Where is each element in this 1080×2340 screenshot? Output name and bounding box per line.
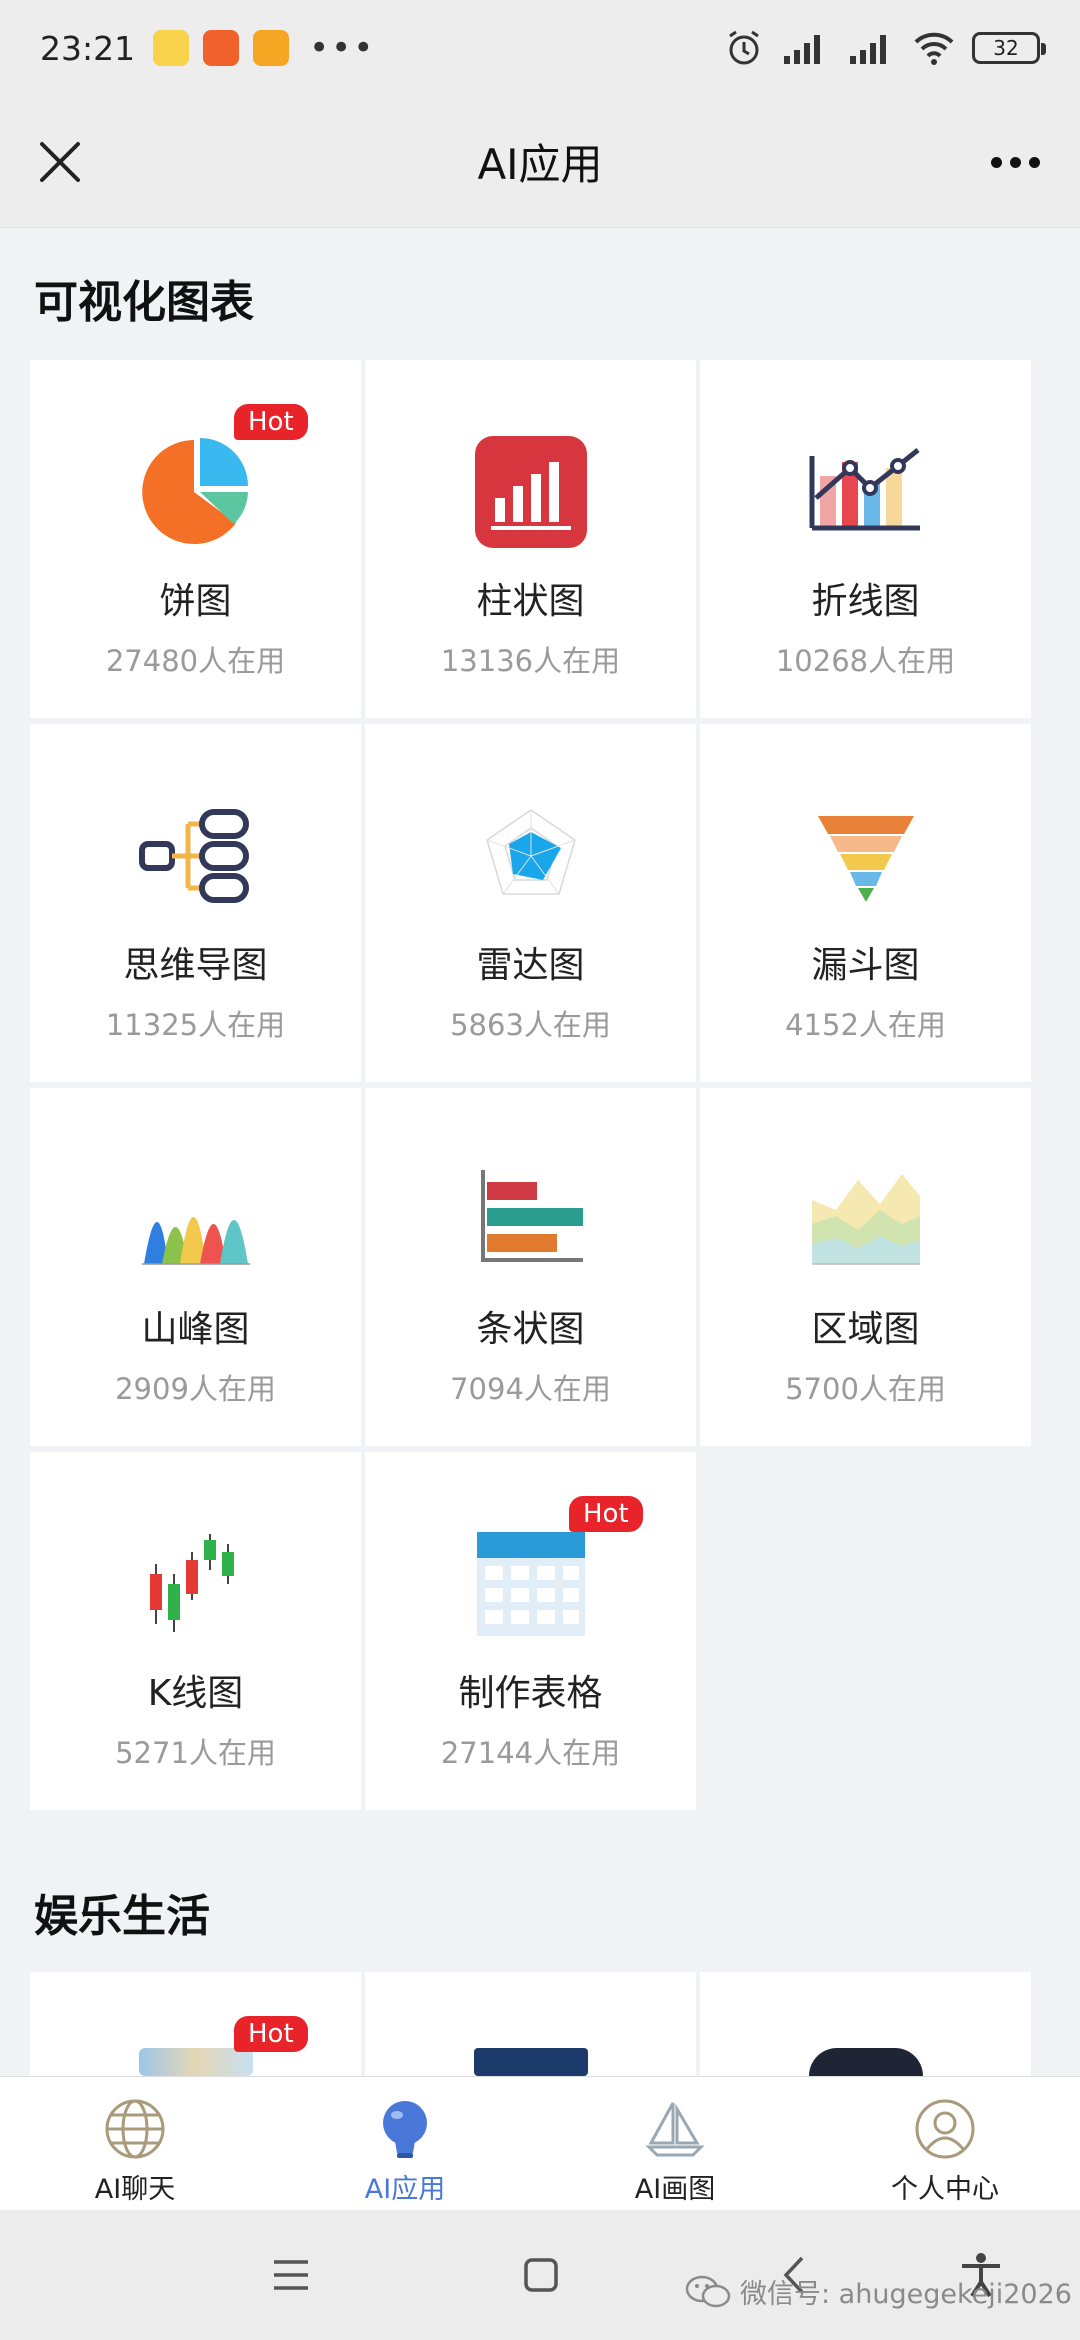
nav-label: AI画图 bbox=[634, 2174, 716, 2205]
radar-chart-icon bbox=[471, 796, 591, 916]
globe-icon bbox=[105, 2099, 165, 2159]
app-card-candlestick[interactable]: K线图 5271人在用 bbox=[30, 1452, 361, 1810]
usage-count: 5271人在用 bbox=[115, 1736, 276, 1770]
menu-icon[interactable] bbox=[266, 2250, 316, 2300]
app-header: AI应用 bbox=[0, 96, 1080, 228]
status-time: 23:21 bbox=[40, 28, 136, 68]
app-card-table[interactable]: Hot 制作表格 27144人在用 bbox=[365, 1452, 696, 1810]
usage-count: 11325人在用 bbox=[105, 1008, 286, 1042]
notification-app-icon bbox=[253, 30, 290, 66]
app-card-peak[interactable]: 山峰图 2909人在用 bbox=[30, 1088, 361, 1446]
card-name: 区域图 bbox=[811, 1309, 920, 1350]
night-scene-icon bbox=[473, 2048, 588, 2076]
app-card-entertainment[interactable] bbox=[700, 1972, 1031, 2076]
alarm-icon bbox=[729, 30, 759, 65]
nav-item-profile[interactable]: 个人中心 bbox=[810, 2077, 1080, 2210]
pie-chart-icon bbox=[136, 432, 256, 552]
peak-chart-icon bbox=[136, 1160, 256, 1280]
candlestick-icon bbox=[136, 1524, 256, 1644]
lightbulb-icon bbox=[383, 2101, 427, 2158]
usage-count: 5863人在用 bbox=[450, 1008, 611, 1042]
sailboat-icon bbox=[645, 2102, 705, 2157]
card-name: 柱状图 bbox=[476, 581, 585, 622]
more-options-button[interactable] bbox=[980, 132, 1050, 192]
app-card-pie[interactable]: Hot 饼图 27480人在用 bbox=[30, 360, 361, 718]
wifi-icon bbox=[914, 32, 954, 65]
chart-grid: Hot 饼图 27480人在用 柱状图 13136人在用 折线图 10268人在… bbox=[30, 360, 1032, 1810]
hot-badge: Hot bbox=[569, 1496, 643, 1532]
status-bar: 23:21 ••• 32 bbox=[0, 0, 1080, 96]
usage-count: 7094人在用 bbox=[450, 1372, 611, 1406]
card-name: 条状图 bbox=[476, 1309, 585, 1350]
app-card-horizontal-bar[interactable]: 条状图 7094人在用 bbox=[365, 1088, 696, 1446]
app-card-radar[interactable]: 雷达图 5863人在用 bbox=[365, 724, 696, 1082]
app-card-line[interactable]: 折线图 10268人在用 bbox=[700, 360, 1031, 718]
watermark: 微信号: ahugegekeji2026 bbox=[684, 2272, 1072, 2311]
dark-circle-icon bbox=[808, 2048, 923, 2076]
wechat-icon bbox=[685, 2275, 731, 2307]
card-name: 制作表格 bbox=[458, 1673, 603, 1714]
watermark-text: 微信号: ahugegekeji2026 bbox=[740, 2279, 1072, 2310]
hot-badge: Hot bbox=[234, 2016, 308, 2052]
usage-count: 13136人在用 bbox=[440, 644, 621, 678]
more-notifications-icon: ••• bbox=[309, 28, 376, 68]
card-name: 漏斗图 bbox=[811, 945, 920, 986]
horizontal-bar-icon bbox=[471, 1160, 591, 1280]
home-icon[interactable] bbox=[516, 2250, 566, 2300]
section-title-charts: 可视化图表 bbox=[34, 277, 254, 328]
card-name: 折线图 bbox=[811, 581, 920, 622]
card-name: 思维导图 bbox=[123, 945, 268, 986]
card-name: 山峰图 bbox=[141, 1309, 250, 1350]
bar-chart-icon bbox=[471, 432, 591, 552]
close-icon[interactable] bbox=[30, 132, 90, 192]
nav-label: AI应用 bbox=[364, 2174, 446, 2205]
mind-map-icon bbox=[136, 796, 256, 916]
signal-icon bbox=[784, 35, 820, 64]
usage-count: 2909人在用 bbox=[115, 1372, 276, 1406]
line-chart-icon bbox=[806, 432, 926, 552]
app-card-entertainment[interactable] bbox=[365, 1972, 696, 2076]
bottom-nav: AI聊天 AI应用 AI画图 个人中心 bbox=[0, 2076, 1080, 2210]
card-name: K线图 bbox=[147, 1673, 244, 1714]
app-card-bar[interactable]: 柱状图 13136人在用 bbox=[365, 360, 696, 718]
page-title: AI应用 bbox=[477, 140, 603, 189]
usage-count: 4152人在用 bbox=[785, 1008, 946, 1042]
app-card-entertainment[interactable]: Hot bbox=[30, 1972, 361, 2076]
hot-badge: Hot bbox=[234, 404, 308, 440]
app-card-mind-map[interactable]: 思维导图 11325人在用 bbox=[30, 724, 361, 1082]
card-name: 雷达图 bbox=[476, 945, 585, 986]
nav-item-ai-apps[interactable]: AI应用 bbox=[270, 2077, 540, 2210]
usage-count: 27144人在用 bbox=[440, 1736, 621, 1770]
battery-icon: 32 bbox=[972, 32, 1046, 64]
funnel-chart-icon bbox=[806, 796, 926, 916]
nav-label: 个人中心 bbox=[891, 2174, 999, 2205]
nav-item-ai-chat[interactable]: AI聊天 bbox=[0, 2077, 270, 2210]
usage-count: 5700人在用 bbox=[785, 1372, 946, 1406]
entertainment-grid: Hot bbox=[30, 1972, 1032, 2076]
app-card-funnel[interactable]: 漏斗图 4152人在用 bbox=[700, 724, 1031, 1082]
user-icon bbox=[915, 2099, 975, 2159]
photo-collage-icon bbox=[138, 2048, 253, 2076]
section-title-entertainment: 娱乐生活 bbox=[34, 1891, 210, 1942]
app-card-area[interactable]: 区域图 5700人在用 bbox=[700, 1088, 1031, 1446]
card-name: 饼图 bbox=[159, 581, 232, 622]
signal-icon bbox=[850, 35, 886, 64]
table-icon bbox=[471, 1524, 591, 1644]
nav-item-ai-drawing[interactable]: AI画图 bbox=[540, 2077, 810, 2210]
area-chart-icon bbox=[806, 1160, 926, 1280]
nav-label: AI聊天 bbox=[94, 2174, 176, 2205]
notification-app-icon bbox=[203, 30, 240, 66]
usage-count: 10268人在用 bbox=[775, 644, 956, 678]
usage-count: 27480人在用 bbox=[105, 644, 286, 678]
notification-app-icon bbox=[153, 30, 190, 66]
